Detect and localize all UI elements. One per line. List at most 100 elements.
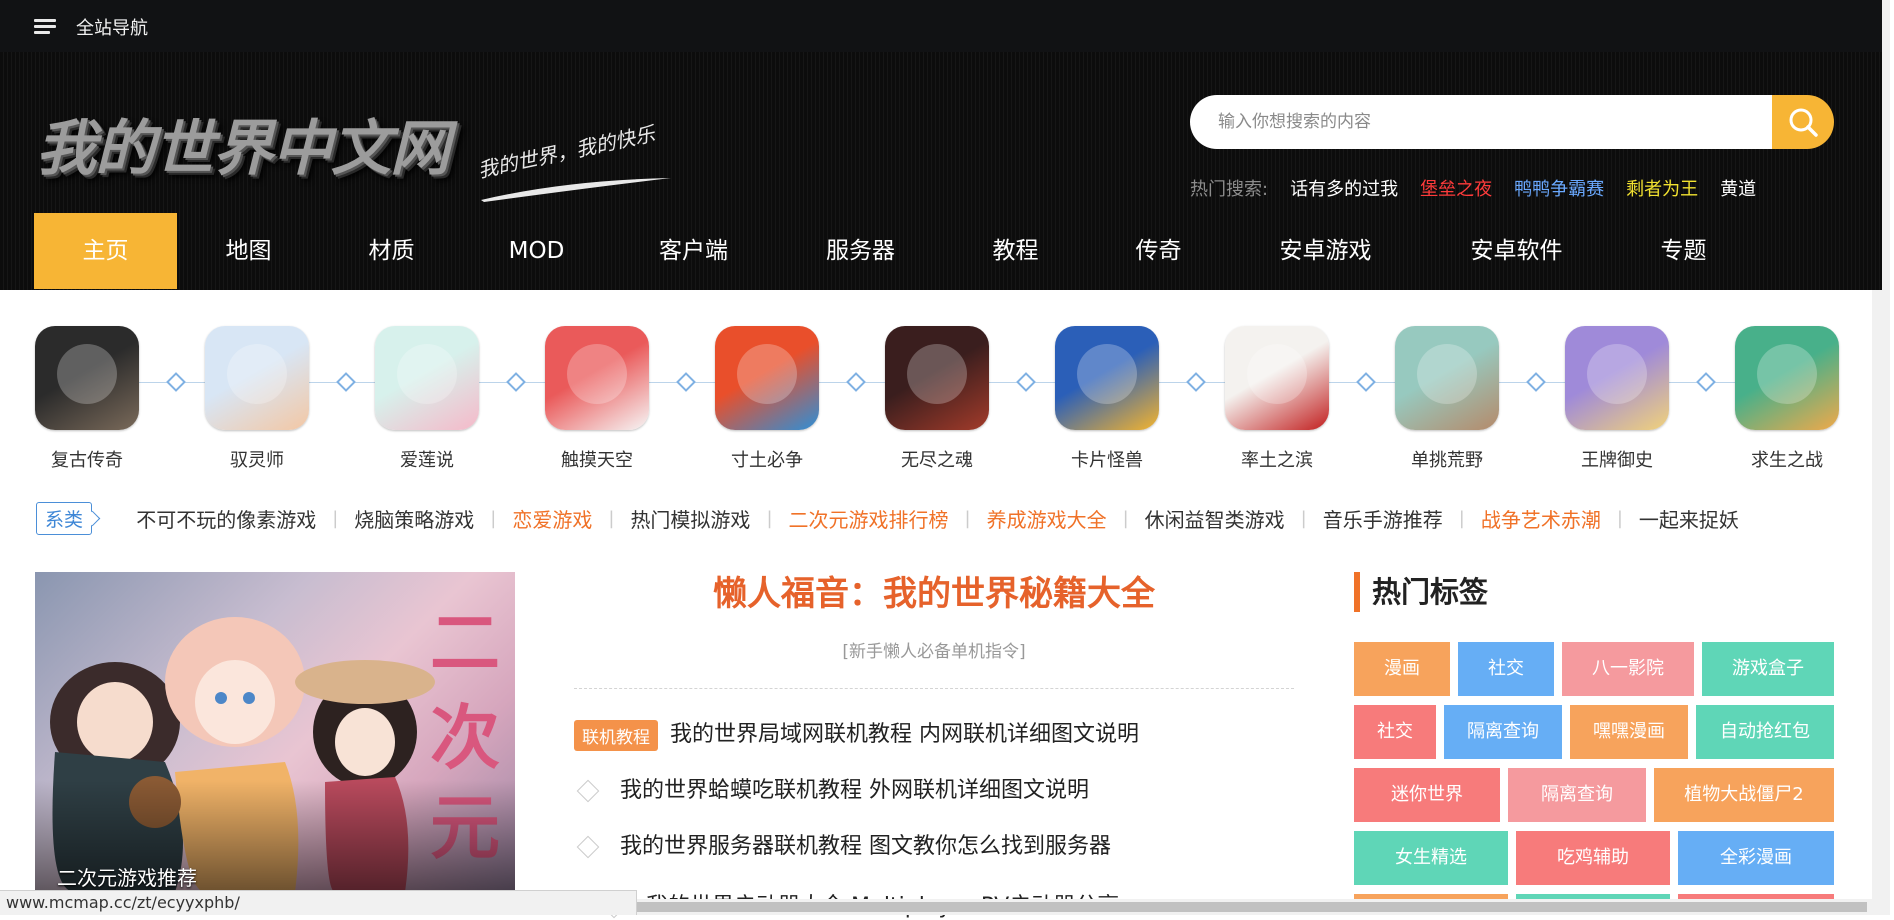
- nav-item[interactable]: 安卓游戏: [1230, 213, 1421, 289]
- tag-button[interactable]: 女生精选: [1354, 831, 1508, 885]
- game-item[interactable]: 王牌御史: [1564, 326, 1670, 472]
- site-nav-link[interactable]: 全站导航: [76, 14, 148, 40]
- category-link[interactable]: 烧脑策略游戏: [354, 504, 474, 533]
- list-item-text[interactable]: 我的世界服务器联机教程 图文教你怎么找到服务器: [620, 834, 1111, 859]
- nav-item[interactable]: 客户端: [610, 213, 777, 289]
- article-title[interactable]: 懒人福音：我的世界秘籍大全: [574, 566, 1294, 615]
- tag-button[interactable]: 全彩漫画: [1678, 831, 1834, 885]
- game-dantiao-huangye-icon[interactable]: [1395, 326, 1499, 430]
- game-wujin-zhihun-icon[interactable]: [885, 326, 989, 430]
- separator: |: [332, 508, 339, 529]
- category-link[interactable]: 战争艺术赤潮: [1481, 504, 1601, 533]
- list-item-text[interactable]: 我的世界蛤蟆吃联机教程 外网联机详细图文说明: [620, 778, 1089, 803]
- carousel-diamond-icon: [1356, 372, 1376, 392]
- game-shuaitu-zhibin-icon[interactable]: [1225, 326, 1329, 430]
- game-name[interactable]: 卡片怪兽: [1054, 446, 1160, 472]
- hot-search-link[interactable]: 堡垒之夜: [1420, 179, 1492, 200]
- search-input[interactable]: [1190, 95, 1772, 149]
- search-box: [1190, 95, 1834, 149]
- menu-icon[interactable]: [34, 19, 56, 35]
- game-item[interactable]: 寸土必争: [714, 326, 820, 472]
- tag-button[interactable]: 隔离查询: [1508, 768, 1646, 822]
- game-item[interactable]: 驭灵师: [204, 326, 310, 472]
- search-icon: [1789, 108, 1818, 137]
- list-item[interactable]: 联机教程 我的世界局域网联机教程 内网联机详细图文说明: [574, 716, 1139, 751]
- category-link[interactable]: 热门模拟游戏: [630, 504, 750, 533]
- game-name[interactable]: 单挑荒野: [1394, 446, 1500, 472]
- game-fugu-chuanqi-icon[interactable]: [35, 326, 139, 430]
- game-name[interactable]: 复古传奇: [34, 446, 140, 472]
- nav-item[interactable]: 教程: [944, 213, 1087, 289]
- tag-button[interactable]: 游戏盒子: [1702, 642, 1834, 696]
- game-name[interactable]: 爱莲说: [374, 446, 480, 472]
- list-item-text[interactable]: 我的世界局域网联机教程 内网联机详细图文说明: [670, 722, 1139, 747]
- category-link[interactable]: 养成游戏大全: [987, 504, 1107, 533]
- game-chumo-tiankong-icon[interactable]: [545, 326, 649, 430]
- nav-item[interactable]: 专题: [1612, 213, 1755, 289]
- search-button[interactable]: [1772, 95, 1834, 149]
- hot-search-link[interactable]: 话有多的过我: [1290, 179, 1398, 200]
- category-badge: 系类: [36, 502, 93, 535]
- game-item[interactable]: 复古传奇: [34, 326, 140, 472]
- nav-item[interactable]: 安卓软件: [1421, 213, 1612, 289]
- game-qiusheng-zhizhan-icon[interactable]: [1735, 326, 1839, 430]
- site-logo[interactable]: 我的世界中文网 我的世界，我的快乐: [36, 100, 671, 210]
- nav-item[interactable]: 材质: [320, 213, 463, 289]
- game-item[interactable]: 爱莲说: [374, 326, 480, 472]
- category-link[interactable]: 不可不玩的像素游戏: [136, 504, 316, 533]
- category-link[interactable]: 二次元游戏排行榜: [789, 504, 949, 533]
- game-name[interactable]: 求生之战: [1734, 446, 1840, 472]
- tag-button[interactable]: 漫画: [1354, 642, 1450, 696]
- game-name[interactable]: 无尽之魂: [884, 446, 990, 472]
- category-link[interactable]: 休闲益智类游戏: [1145, 504, 1285, 533]
- category-strip: 系类 不可不玩的像素游戏 | 烧脑策略游戏 | 恋爱游戏 | 热门模拟游戏 | 二次元游戏排行榜…: [36, 502, 1739, 538]
- game-cuntu-bizheng-icon[interactable]: [715, 326, 819, 430]
- separator: |: [1458, 508, 1465, 529]
- horizontal-scrollbar[interactable]: [637, 899, 1882, 915]
- hot-search-link[interactable]: 鸭鸭争霸赛: [1514, 179, 1604, 200]
- category-link[interactable]: 一起来捉妖: [1639, 504, 1739, 533]
- nav-item[interactable]: 主页: [34, 213, 177, 289]
- hot-search-link[interactable]: 剩者为王: [1626, 179, 1698, 200]
- tag-button[interactable]: 八一影院: [1562, 642, 1694, 696]
- game-item[interactable]: 率土之滨: [1224, 326, 1330, 472]
- tag-button[interactable]: 嘿嘿漫画: [1570, 705, 1688, 759]
- game-item[interactable]: 触摸天空: [544, 326, 650, 472]
- feature-banner[interactable]: 二 次 元 二次元游戏推荐: [35, 572, 515, 892]
- site-topbar: 全站导航: [0, 0, 1882, 52]
- tag-button[interactable]: 社交: [1354, 705, 1436, 759]
- tag-button[interactable]: 隔离查询: [1444, 705, 1562, 759]
- tag-button[interactable]: 社交: [1458, 642, 1554, 696]
- diamond-bullet-icon: [576, 779, 600, 803]
- game-name[interactable]: 率土之滨: [1224, 446, 1330, 472]
- nav-item[interactable]: 地图: [177, 213, 320, 289]
- nav-item[interactable]: 服务器: [777, 213, 944, 289]
- tag-button[interactable]: 植物大战僵尸2: [1654, 768, 1834, 822]
- game-name[interactable]: 驭灵师: [204, 446, 310, 472]
- tag-button[interactable]: 吃鸡辅助: [1516, 831, 1670, 885]
- hot-tags-title: 热门标签: [1354, 572, 1488, 612]
- list-item[interactable]: 我的世界服务器联机教程 图文教你怎么找到服务器: [574, 828, 1111, 860]
- tag-button[interactable]: 自动抢红包: [1696, 705, 1834, 759]
- game-wangpai-yushi-icon[interactable]: [1565, 326, 1669, 430]
- game-item[interactable]: 卡片怪兽: [1054, 326, 1160, 472]
- game-ailianshuo-icon[interactable]: [375, 326, 479, 430]
- category-link[interactable]: 恋爱游戏: [512, 504, 592, 533]
- game-item[interactable]: 求生之战: [1734, 326, 1840, 472]
- hot-search-link[interactable]: 黄道: [1720, 179, 1756, 200]
- game-name[interactable]: 寸土必争: [714, 446, 820, 472]
- game-name[interactable]: 王牌御史: [1564, 446, 1670, 472]
- game-item[interactable]: 单挑荒野: [1394, 326, 1500, 472]
- tag-button[interactable]: 迷你世界: [1354, 768, 1500, 822]
- game-yulingshi-icon[interactable]: [205, 326, 309, 430]
- game-item[interactable]: 无尽之魂: [884, 326, 990, 472]
- article-tag[interactable]: 联机教程: [574, 719, 658, 751]
- nav-item[interactable]: MOD: [463, 213, 610, 289]
- game-name[interactable]: 触摸天空: [544, 446, 650, 472]
- list-item[interactable]: 我的世界蛤蟆吃联机教程 外网联机详细图文说明: [574, 772, 1089, 804]
- category-link[interactable]: 音乐手游推荐: [1323, 504, 1443, 533]
- nav-item[interactable]: 传奇: [1087, 213, 1230, 289]
- separator: |: [1122, 508, 1129, 529]
- carousel-diamond-icon: [676, 372, 696, 392]
- game-kapian-guaishou-icon[interactable]: [1055, 326, 1159, 430]
